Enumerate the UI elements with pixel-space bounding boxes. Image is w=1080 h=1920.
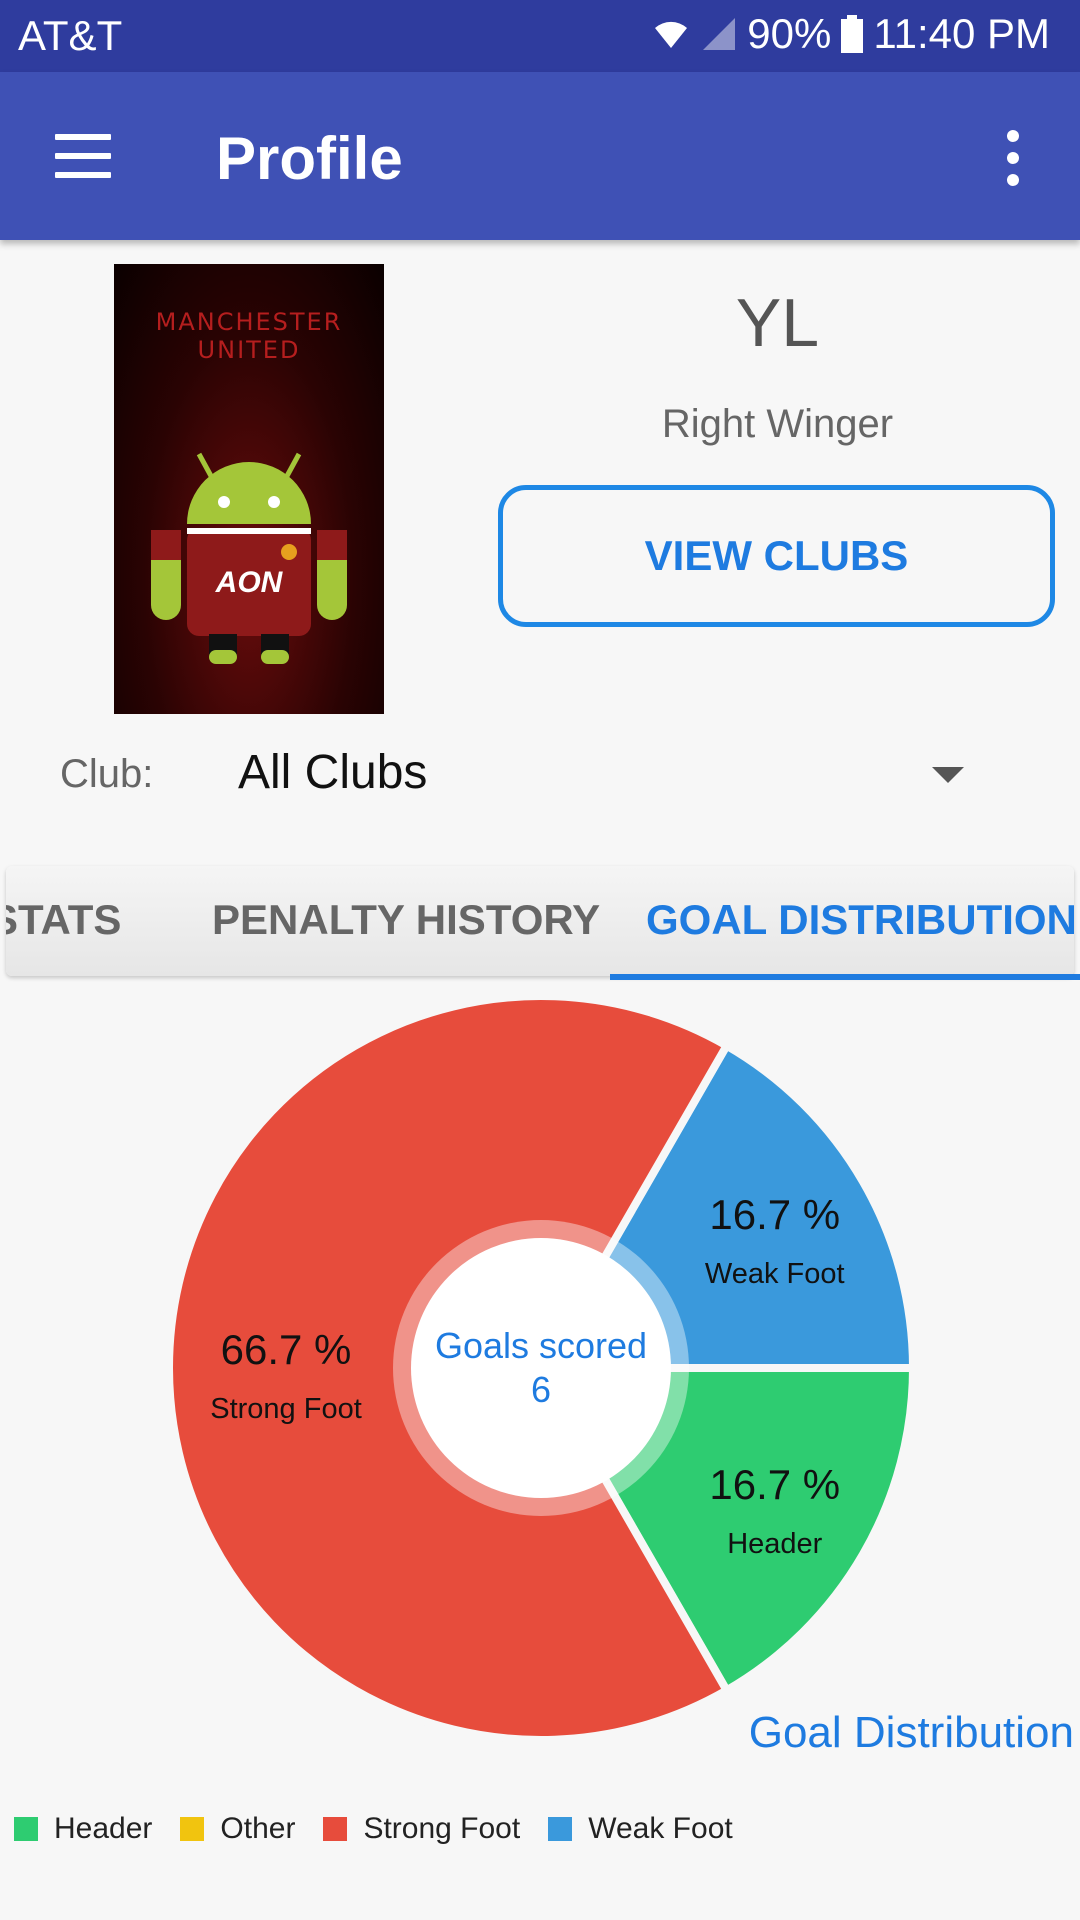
dropdown-arrow-icon (932, 767, 964, 783)
battery-percent: 90% (747, 10, 832, 57)
legend-label: Header (54, 1812, 153, 1845)
legend-item-strong-foot: Strong Foot (323, 1812, 520, 1846)
player-name: YL (735, 285, 820, 361)
chart-legend: Header Other Strong Foot Weak Foot (14, 1812, 761, 1846)
goal-distribution-pie-chart[interactable]: 16.7 %Weak Foot16.7 %Header0.0 %Other66.… (0, 980, 1080, 1760)
carrier-name: AT&T (18, 12, 123, 59)
legend-item-header: Header (14, 1812, 152, 1846)
overflow-menu-icon[interactable] (1003, 130, 1023, 186)
view-clubs-button[interactable]: VIEW CLUBS (498, 485, 1055, 627)
android-mascot-icon: AON (151, 452, 347, 664)
legend-label: Weak Foot (588, 1812, 733, 1845)
legend-swatch (180, 1817, 205, 1841)
page-title: Profile (216, 125, 403, 192)
slice-name-label-weak-foot: Weak Foot (705, 1258, 845, 1290)
club-dropdown[interactable]: All Clubs (238, 745, 978, 805)
svg-text:AON: AON (215, 566, 284, 599)
slice-value-label-weak-foot: 16.7 % (709, 1191, 840, 1238)
legend-label: Strong Foot (363, 1812, 521, 1845)
tab-penalty-history[interactable]: PENALTY HISTORY (212, 896, 600, 944)
slice-name-label-strong-foot: Strong Foot (210, 1393, 362, 1425)
hamburger-menu-icon[interactable] (55, 134, 113, 178)
signal-icon (701, 16, 737, 52)
clock: 11:40 PM (873, 10, 1050, 57)
legend-label: Other (220, 1812, 296, 1845)
center-text-label: Goals scored (435, 1325, 647, 1366)
legend-item-other: Other (180, 1812, 295, 1846)
app-bar: Profile (0, 72, 1080, 240)
status-bar: AT&T 90% 11:40 PM (0, 0, 1080, 72)
slice-value-label-strong-foot: 66.7 % (221, 1326, 352, 1373)
slice-name-label-header: Header (727, 1528, 822, 1560)
center-text-value: 6 (531, 1369, 551, 1410)
avatar-club-text: MANCHESTER UNITED (155, 308, 343, 364)
wifi-icon (651, 14, 691, 54)
legend-swatch (14, 1817, 38, 1841)
slice-value-label-header: 16.7 % (709, 1461, 840, 1508)
club-label: Club: (60, 752, 154, 796)
legend-item-weak-foot: Weak Foot (548, 1812, 733, 1846)
status-indicators: 90% 11:40 PM (651, 10, 1050, 58)
chart-description: Goal Distribution (748, 1708, 1074, 1757)
legend-swatch (548, 1817, 573, 1841)
tab-goal-distribution[interactable]: GOAL DISTRIBUTION (646, 896, 1074, 944)
legend-swatch (323, 1817, 348, 1841)
player-avatar[interactable]: MANCHESTER UNITED AON (114, 264, 384, 714)
tab-stats[interactable]: STATS (6, 896, 121, 944)
club-selected-value: All Clubs (238, 746, 428, 799)
tab-bar: STATS PENALTY HISTORY GOAL DISTRIBUTION (6, 866, 1074, 976)
pie-hole (411, 1238, 671, 1498)
battery-icon (841, 15, 864, 53)
player-position: Right Winger (661, 402, 894, 446)
